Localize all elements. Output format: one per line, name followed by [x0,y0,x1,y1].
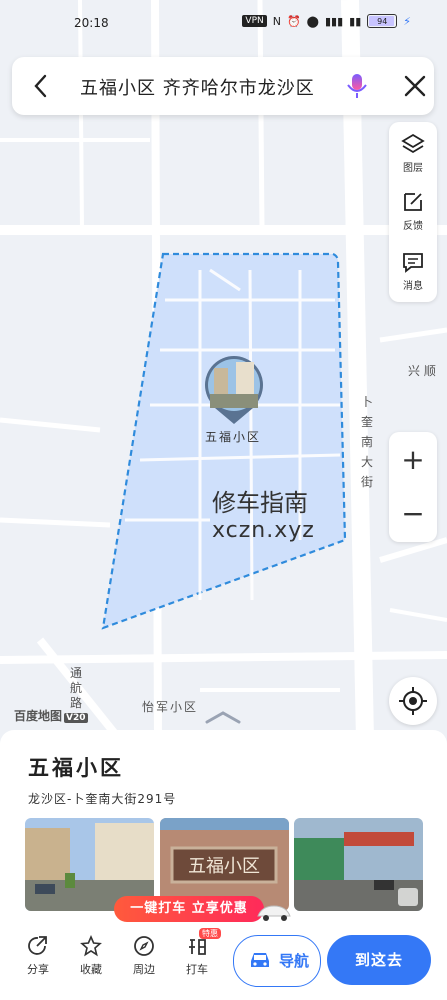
nearby-label: 周边 [133,963,155,976]
search-query[interactable]: 五福小区 齐齐哈尔市龙沙区 [80,74,315,100]
crosshair-icon [399,687,427,715]
place-title: 五福小区 [28,756,124,780]
promo-text: 一键打车 立享优惠 [114,896,264,922]
feedback-button[interactable]: 反馈 [389,190,437,232]
zoom-in-button[interactable]: + [389,446,437,474]
edit-icon [404,193,422,211]
compass-icon [134,936,154,956]
svg-text:五福小区: 五福小区 [188,856,260,877]
share-button[interactable]: 分享 [18,935,58,977]
place-photo[interactable] [294,818,423,911]
vpn-icon: VPN [242,15,267,27]
map-label-yijun: 怡军小区 [142,700,199,714]
navigate-label: 导航 [279,952,310,970]
nearby-button[interactable]: 周边 [124,935,164,977]
status-icons: VPN N ⏰ ⬤ ▮▮▮ ▮▮ 94 ⚡ [242,14,411,28]
locate-button[interactable] [389,677,437,725]
search-bar[interactable]: 五福小区 齐齐哈尔市龙沙区 [12,57,434,115]
wifi-icon: ▮▮ [349,14,362,28]
taxi-promo-banner[interactable]: 一键打车 立享优惠 [114,888,291,928]
nfc-icon: N [272,14,281,28]
go-here-button[interactable]: 到这去 [327,935,431,985]
battery-icon: 94 [367,14,398,28]
messages-button[interactable]: 消息 [389,250,437,292]
logo-version: V20 [64,713,88,723]
watermark-line2: xczn.xyz [212,518,315,543]
map-label-street: 卜奎南大街 [361,395,374,489]
microphone-icon[interactable] [342,71,372,101]
zoom-control: + − [389,432,437,542]
poi-label[interactable]: 五福小区 [205,428,261,445]
back-arrow-icon[interactable] [28,73,54,99]
signal-icon: ▮▮▮ [324,14,344,28]
charging-icon: ⚡ [403,14,411,28]
share-label: 分享 [27,963,49,976]
feedback-label: 反馈 [403,221,423,232]
alarm-icon: ⏰ [286,14,301,28]
map-label-tonghang: 通航路 [70,666,83,710]
favorite-button[interactable]: 收藏 [71,935,111,977]
chevron-up-icon[interactable] [203,710,243,724]
layers-button[interactable]: 图层 [389,132,437,174]
messages-label: 消息 [403,281,423,292]
navigate-button[interactable]: 导航 [233,935,321,987]
watermark: 修车指南 xczn.xyz [212,489,315,545]
taxi-label: 打车 [186,963,208,976]
map-tools-panel: 图层 反馈 消息 [389,122,437,302]
favorite-label: 收藏 [80,963,102,976]
map-logo: 百度地图 V20 [14,707,88,724]
star-icon [80,935,102,957]
status-time: 20:18 [74,16,109,30]
map-label-xingshun: 兴 顺 [408,364,436,378]
close-icon[interactable] [402,73,428,99]
share-icon [28,936,47,955]
layers-icon [401,133,425,154]
taxi-discount-badge: 特惠 [199,928,221,939]
location-icon: ⬤ [306,14,319,28]
zoom-out-button[interactable]: − [389,500,437,528]
layers-label: 图层 [403,163,423,174]
battery-level: 94 [377,16,388,26]
car-icon [251,953,269,967]
car-icon [257,905,291,921]
watermark-line1: 修车指南 [212,489,308,517]
message-icon [403,253,423,273]
taxi-button[interactable]: 打车 [177,935,217,977]
logo-text: 百度地图 [14,709,63,723]
place-address: 龙沙区-卜奎南大街291号 [28,792,177,806]
status-bar: 20:18 VPN N ⏰ ⬤ ▮▮▮ ▮▮ 94 ⚡ [0,0,447,40]
